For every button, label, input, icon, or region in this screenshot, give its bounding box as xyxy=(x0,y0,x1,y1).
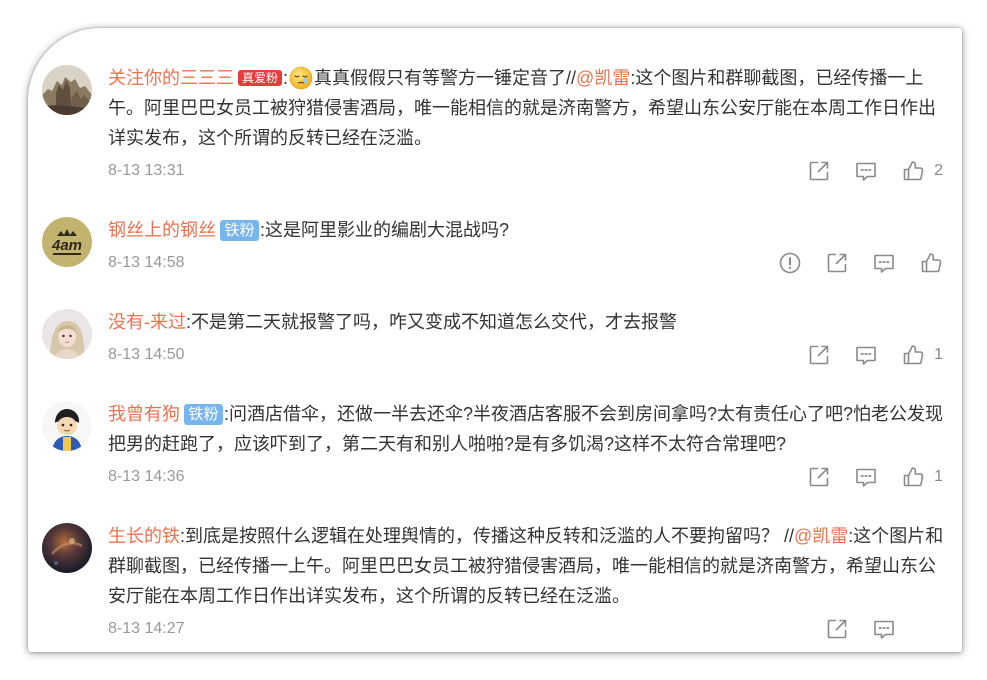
comment-item: 关注你的三三三 真爱粉: 真真假假只有等警方一锤定音了//@凯雷:这个图片和群聊截图… xyxy=(28,63,962,187)
mention-link[interactable]: @凯雷 xyxy=(576,68,630,88)
share-button[interactable] xyxy=(825,251,849,275)
username-link[interactable]: 生长的铁 xyxy=(108,526,180,546)
comment-item: 我曾有狗 铁粉:问酒店借伞，还做一半去还伞?半夜酒店客服不会到房间拿吗?太有责任心… xyxy=(28,399,962,493)
like-count: 2 xyxy=(934,162,943,179)
comment-time: 8-13 14:50 xyxy=(108,346,185,363)
comment-text: 关注你的三三三 真爱粉: 真真假假只有等警方一锤定音了//@凯雷:这个图片和群聊截图… xyxy=(108,63,950,153)
comment-icon xyxy=(872,617,896,641)
sleepy-face-emoji-icon xyxy=(289,66,313,90)
user-avatar[interactable] xyxy=(42,309,92,359)
avatar-image xyxy=(42,523,92,573)
fan-badge[interactable]: 铁粉 xyxy=(184,403,224,425)
share-icon xyxy=(807,465,831,489)
comment-actions xyxy=(825,617,943,641)
comment-card: 关注你的三三三 真爱粉: 真真假假只有等警方一锤定音了//@凯雷:这个图片和群聊截图… xyxy=(28,28,962,652)
fan-badge[interactable]: 铁粉 xyxy=(220,219,260,241)
user-avatar[interactable] xyxy=(42,401,92,451)
username-link[interactable]: 关注你的三三三 xyxy=(108,68,234,88)
thumbs-up-icon xyxy=(919,251,943,275)
share-icon xyxy=(825,617,849,641)
avatar-image: 4am xyxy=(42,217,92,267)
like-count: 1 xyxy=(934,346,943,363)
comment-text: 钢丝上的钢丝 铁粉:这是阿里影业的编剧大混战吗? xyxy=(108,215,950,245)
like-button[interactable] xyxy=(919,251,943,275)
thumbs-up-icon xyxy=(901,343,925,367)
comment-body: :问酒店借伞，还做一半去还伞?半夜酒店客服不会到房间拿吗?太有责任心了吧?怕老公… xyxy=(108,404,944,454)
reply-button[interactable] xyxy=(872,617,896,641)
comment-body: :不是第二天就报警了吗，咋又变成不知道怎么交代，才去报警 xyxy=(186,312,677,332)
like-count: 1 xyxy=(934,468,943,485)
share-button[interactable] xyxy=(807,159,831,183)
sleepy-face-emoji-icon xyxy=(289,66,313,90)
thumbs-up-icon xyxy=(901,159,925,183)
user-avatar[interactable]: 4am xyxy=(42,217,92,267)
comment-time: 8-13 13:31 xyxy=(108,162,185,179)
comment-meta: 8-13 14:50 1 xyxy=(108,339,943,371)
comment-time: 8-13 14:27 xyxy=(108,620,185,637)
comment-item: 4am 钢丝上的钢丝 铁粉:这是阿里影业的编剧大混战吗? 8-13 14:58 xyxy=(28,215,962,279)
avatar-image xyxy=(42,309,92,359)
comment-body: 真真假假只有等警方一锤定音了// xyxy=(314,68,577,88)
like-button[interactable]: 1 xyxy=(901,465,943,489)
user-avatar[interactable] xyxy=(42,523,92,573)
comment-item: 生长的铁:到底是按照什么逻辑在处理舆情的，传播这种反转和泛滥的人不要拘留吗？ /… xyxy=(28,521,962,645)
comment-list: 关注你的三三三 真爱粉: 真真假假只有等警方一锤定音了//@凯雷:这个图片和群聊截图… xyxy=(28,63,962,673)
reply-button[interactable] xyxy=(854,159,878,183)
share-icon xyxy=(825,251,849,275)
report-button[interactable] xyxy=(778,251,802,275)
comment-text: 没有-来过:不是第二天就报警了吗，咋又变成不知道怎么交代，才去报警 xyxy=(108,307,950,337)
report-icon xyxy=(778,251,802,275)
share-icon xyxy=(807,159,831,183)
comment-actions: 1 xyxy=(807,465,943,489)
comment-body: :这是阿里影业的编剧大混战吗? xyxy=(260,220,510,240)
comment-time: 8-13 14:36 xyxy=(108,468,185,485)
username-link[interactable]: 钢丝上的钢丝 xyxy=(108,220,216,240)
share-button[interactable] xyxy=(825,617,849,641)
comment-actions xyxy=(778,251,943,275)
avatar-logo-text: 4am xyxy=(51,237,82,254)
reply-button[interactable] xyxy=(854,343,878,367)
like-button[interactable]: 1 xyxy=(901,343,943,367)
colon-separator: : xyxy=(283,68,289,88)
share-button[interactable] xyxy=(807,343,831,367)
username-link[interactable]: 我曾有狗 xyxy=(108,404,180,424)
mention-link[interactable]: @凯雷 xyxy=(794,526,848,546)
avatar-image xyxy=(42,65,92,115)
comment-meta: 8-13 13:31 2 xyxy=(108,155,943,187)
comment-time: 8-13 14:58 xyxy=(108,254,185,271)
reply-button[interactable] xyxy=(854,465,878,489)
comment-actions: 2 xyxy=(807,159,943,183)
comment-icon xyxy=(854,343,878,367)
username-link[interactable]: 没有-来过 xyxy=(108,312,186,332)
comment-icon xyxy=(854,465,878,489)
comment-text: 生长的铁:到底是按照什么逻辑在处理舆情的，传播这种反转和泛滥的人不要拘留吗？ /… xyxy=(108,521,950,611)
avatar-image xyxy=(42,401,92,451)
share-button[interactable] xyxy=(807,465,831,489)
comment-actions: 1 xyxy=(807,343,943,367)
comment-meta: 8-13 14:58 xyxy=(108,247,943,279)
share-icon xyxy=(807,343,831,367)
comment-icon xyxy=(854,159,878,183)
comment-body: :到底是按照什么逻辑在处理舆情的，传播这种反转和泛滥的人不要拘留吗？ // xyxy=(180,526,795,546)
comment-meta: 8-13 14:36 1 xyxy=(108,461,943,493)
user-avatar[interactable] xyxy=(42,65,92,115)
like-button[interactable]: 2 xyxy=(901,159,943,183)
comment-meta: 8-13 14:27 xyxy=(108,613,943,645)
fan-badge[interactable]: 真爱粉 xyxy=(238,70,283,87)
comment-text: 我曾有狗 铁粉:问酒店借伞，还做一半去还伞?半夜酒店客服不会到房间拿吗?太有责任心… xyxy=(108,399,950,459)
comment-item: 没有-来过:不是第二天就报警了吗，咋又变成不知道怎么交代，才去报警 8-13 1… xyxy=(28,307,962,371)
reply-button[interactable] xyxy=(872,251,896,275)
thumbs-up-icon xyxy=(901,465,925,489)
comment-icon xyxy=(872,251,896,275)
